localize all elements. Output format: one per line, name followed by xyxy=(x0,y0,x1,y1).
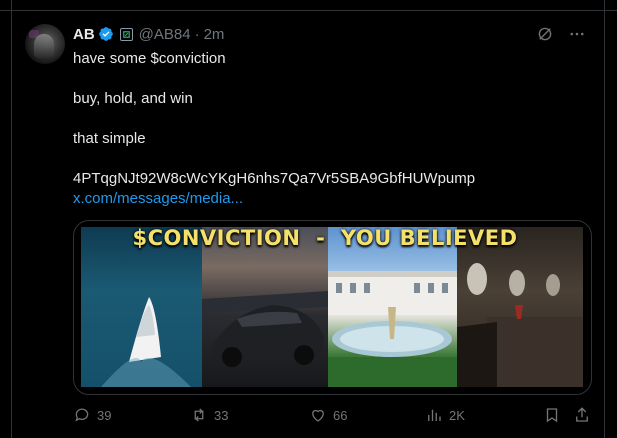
like-button[interactable]: 66 xyxy=(309,406,347,424)
media-collage xyxy=(81,227,583,387)
right-border xyxy=(604,0,605,438)
mansion-image xyxy=(328,227,457,387)
affiliate-badge-icon[interactable] xyxy=(119,27,133,41)
more-icon[interactable] xyxy=(568,25,586,43)
display-name[interactable]: AB xyxy=(73,26,95,43)
media-link[interactable]: x.com/messages/media... xyxy=(73,189,243,209)
verified-badge-icon xyxy=(98,27,113,41)
tweet-paragraph: that simple xyxy=(73,130,146,147)
tweet-paragraph: buy, hold, and win xyxy=(73,90,193,107)
share-button[interactable] xyxy=(573,406,591,424)
reply-count: 39 xyxy=(97,407,112,423)
like-count: 66 xyxy=(333,407,348,423)
repost-icon xyxy=(194,408,204,422)
grok-icon[interactable] xyxy=(536,25,554,43)
media-image[interactable]: $CONVICTION - YOU BELIEVED xyxy=(73,220,592,395)
tweet-header: AB @AB84 · 2m xyxy=(73,25,224,43)
top-actions xyxy=(536,25,586,43)
separator-dot: · xyxy=(194,25,200,43)
bookmark-button[interactable] xyxy=(543,406,561,424)
sports-car-image xyxy=(202,227,328,387)
engagement-bar: 39 33 66 2K xyxy=(73,406,593,426)
yacht-image xyxy=(81,227,202,387)
heart-icon xyxy=(312,409,324,422)
contract-address: 4PTqgNJt92W8cWcYKgH6nhs7Qa7Vr5SBA9GbfHUW… xyxy=(73,170,476,187)
left-border xyxy=(11,0,12,438)
user-handle[interactable]: @AB84 xyxy=(139,26,191,43)
top-divider xyxy=(0,10,617,11)
jet-interior-image xyxy=(457,227,583,387)
reply-icon xyxy=(75,408,89,422)
views-button[interactable]: 2K xyxy=(425,406,465,424)
views-icon xyxy=(428,409,441,421)
reply-button[interactable]: 39 xyxy=(73,406,111,424)
avatar[interactable] xyxy=(25,24,65,64)
view-count: 2K xyxy=(449,407,465,423)
repost-count: 33 xyxy=(214,407,229,423)
bookmark-icon xyxy=(546,408,558,423)
media-banner-text: $CONVICTION - YOU BELIEVED xyxy=(132,226,518,250)
repost-button[interactable]: 33 xyxy=(190,406,228,424)
share-icon xyxy=(576,407,588,422)
timestamp[interactable]: 2m xyxy=(204,26,225,43)
tweet-paragraph: have some $conviction xyxy=(73,50,226,67)
